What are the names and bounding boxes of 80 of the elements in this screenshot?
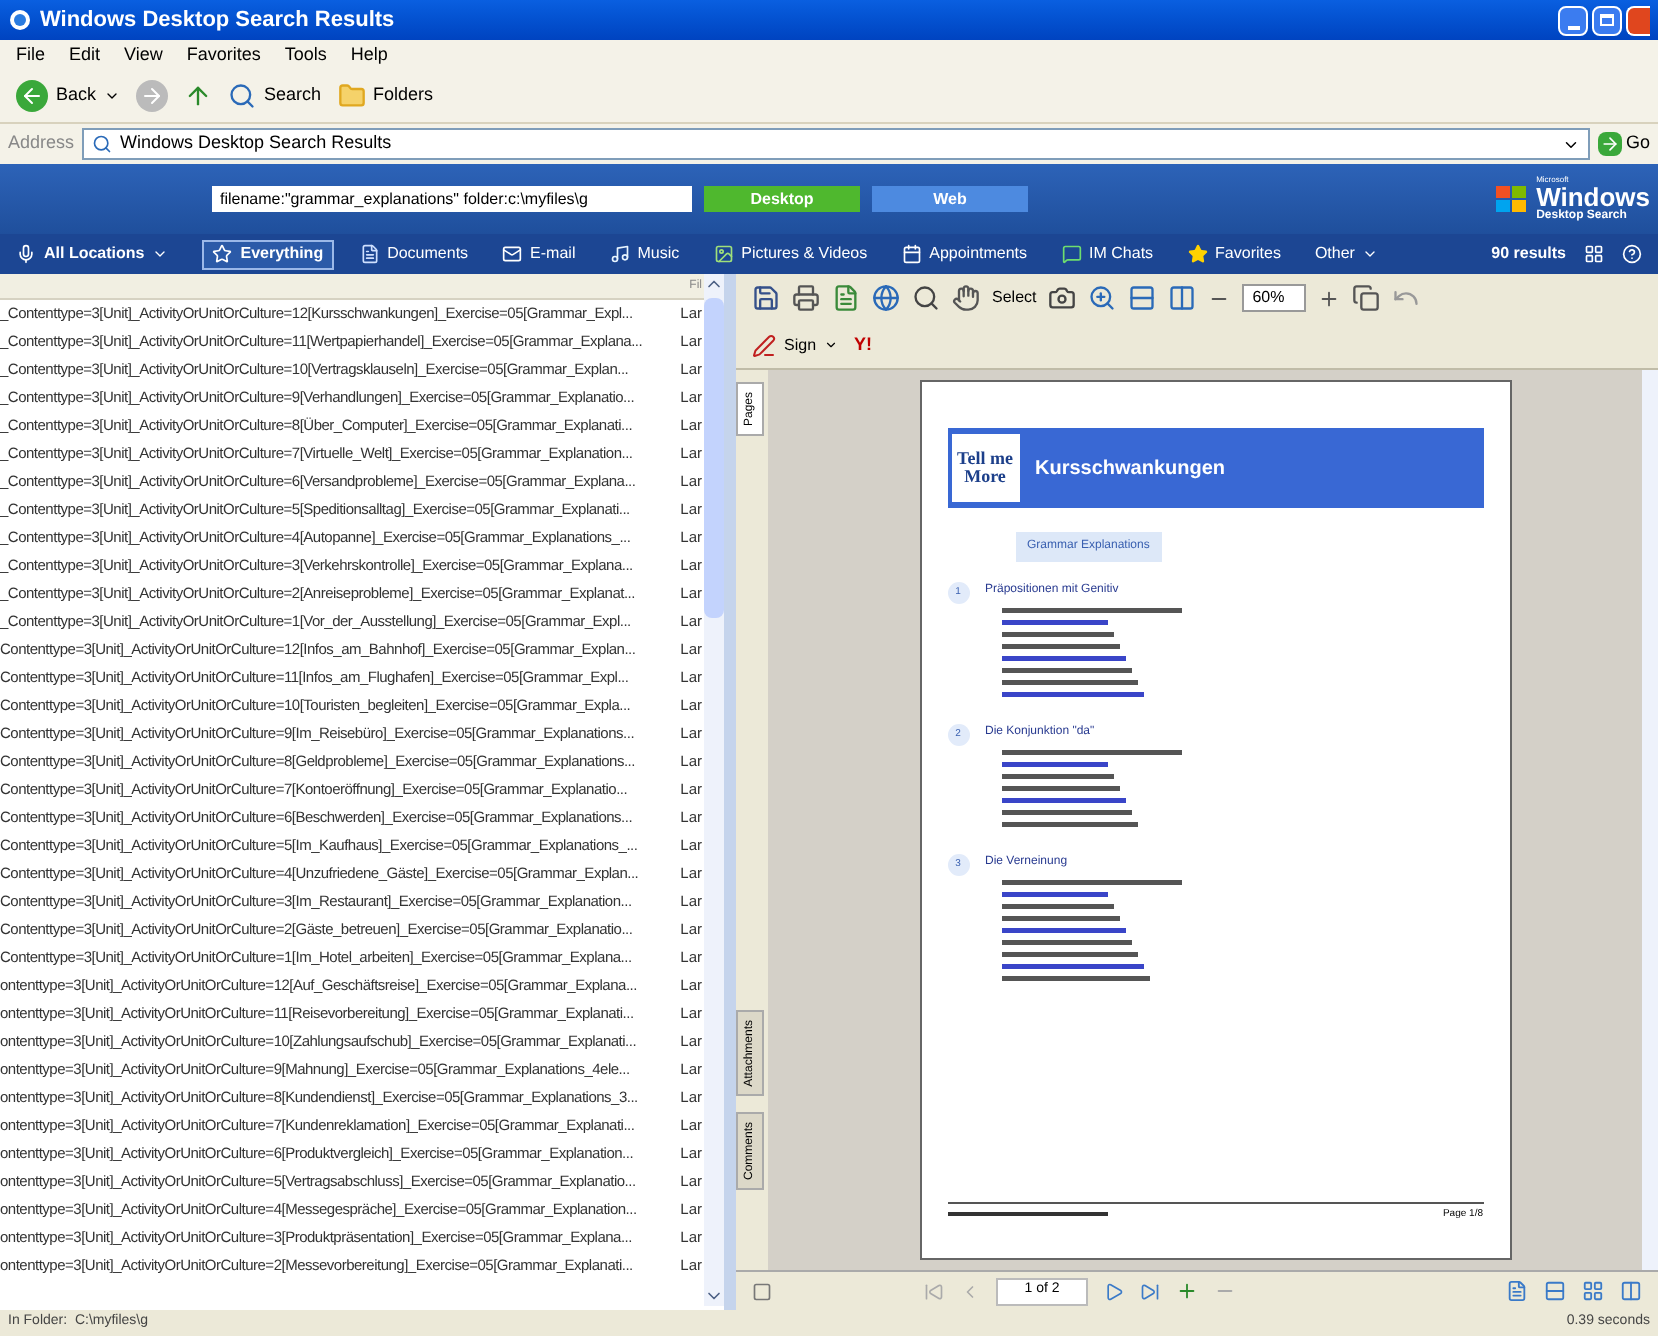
single-page-icon[interactable] [1506,1280,1528,1302]
search-button[interactable]: Search [228,82,322,110]
category-tab[interactable]: Documents [351,239,477,269]
sign-button[interactable]: Sign [752,333,839,357]
category-tab[interactable]: IM Chats [1053,239,1162,269]
caret-icon [1362,246,1379,262]
search-field[interactable]: filename:"grammar_explanations" folder:c:\myfiles\g [212,186,692,212]
address-label: Address [8,130,75,157]
folder-icon [337,82,366,110]
pen-icon [752,333,776,357]
caret-icon [104,88,121,104]
calendar-icon [901,244,922,264]
folders-button[interactable]: Folders [337,82,434,110]
panel-icon[interactable] [752,1281,772,1301]
print-icon[interactable] [792,284,820,312]
globe-icon[interactable] [872,284,900,312]
category-tab[interactable]: Other [1306,239,1387,269]
go-button[interactable]: Go [1597,130,1650,158]
search-icon[interactable] [912,284,940,312]
arrow-icon [1597,132,1622,156]
search-icon [228,82,257,110]
menu-item[interactable]: Help [350,41,388,69]
caret-icon [152,246,169,262]
zoom-field[interactable]: 60% [1242,284,1307,312]
preview-scrollbar[interactable] [1642,370,1658,1270]
menu-item[interactable]: Edit [69,41,101,69]
select-button[interactable]: Select [992,286,1037,310]
columns-icon[interactable] [1620,1280,1642,1302]
menu-item[interactable]: View [124,41,163,69]
vertical-scrollbar[interactable] [704,274,724,1306]
document-icon[interactable] [832,284,860,312]
category-tab[interactable]: Music [601,239,688,269]
document-title: Kursschwankungen [1035,455,1226,483]
search-icon [92,134,113,154]
chat-icon [1061,244,1082,264]
fit-page-icon[interactable] [1128,284,1157,312]
fit-width-icon[interactable] [1168,284,1197,312]
hand-icon[interactable] [952,284,980,312]
category-tab[interactable]: E-mail [494,239,584,269]
menu-item[interactable]: File [16,41,46,69]
all-locations-menu[interactable]: All Locations [16,242,169,266]
result-count: 90 results [1491,242,1566,266]
category-tab[interactable]: Everything [202,239,334,269]
category-tab[interactable]: Favorites [1179,239,1289,269]
view-icon[interactable] [1584,244,1604,264]
microphone-icon [16,244,36,264]
save-icon[interactable] [752,284,780,312]
scroll-thumb[interactable] [704,298,724,618]
zoom-plus-icon[interactable] [1318,287,1341,309]
menu-item[interactable]: Favorites [186,41,261,69]
address-text: Windows Desktop Search Results [120,130,392,157]
back-button[interactable]: Back [16,80,121,112]
star-icon [212,244,233,264]
minimize-button[interactable] [1558,5,1588,35]
camera-icon[interactable] [1048,284,1077,312]
facing-icon[interactable] [1582,1280,1604,1302]
pages-icon[interactable] [1352,284,1381,312]
maximize-button[interactable] [1592,5,1622,35]
menu-item[interactable]: Tools [284,41,327,69]
category-tab[interactable]: Pictures & Videos [705,239,876,269]
envelope-icon [502,244,523,264]
zoom-in-icon[interactable] [1088,284,1117,312]
next-page-icon[interactable] [1104,1281,1124,1301]
window-title: Windows Desktop Search Results [40,5,395,36]
app-icon [8,8,32,32]
yahoo-button[interactable]: Y! [854,331,873,359]
image-icon [713,244,734,264]
document-icon [359,244,380,264]
last-page-icon[interactable] [1140,1281,1160,1301]
close-button[interactable] [1626,5,1650,35]
star-icon [1187,244,1208,264]
forward-view-icon[interactable] [1176,1280,1198,1302]
continuous-icon[interactable] [1544,1280,1566,1302]
address-field[interactable]: Windows Desktop Search Results [82,128,1590,160]
music-note-icon [609,244,630,264]
brand-logo: Tell me More [951,434,1019,502]
caret-icon [824,338,839,352]
up-folder-icon[interactable] [184,82,213,110]
category-tab[interactable]: Appointments [893,239,1036,269]
help-icon[interactable] [1622,244,1642,264]
